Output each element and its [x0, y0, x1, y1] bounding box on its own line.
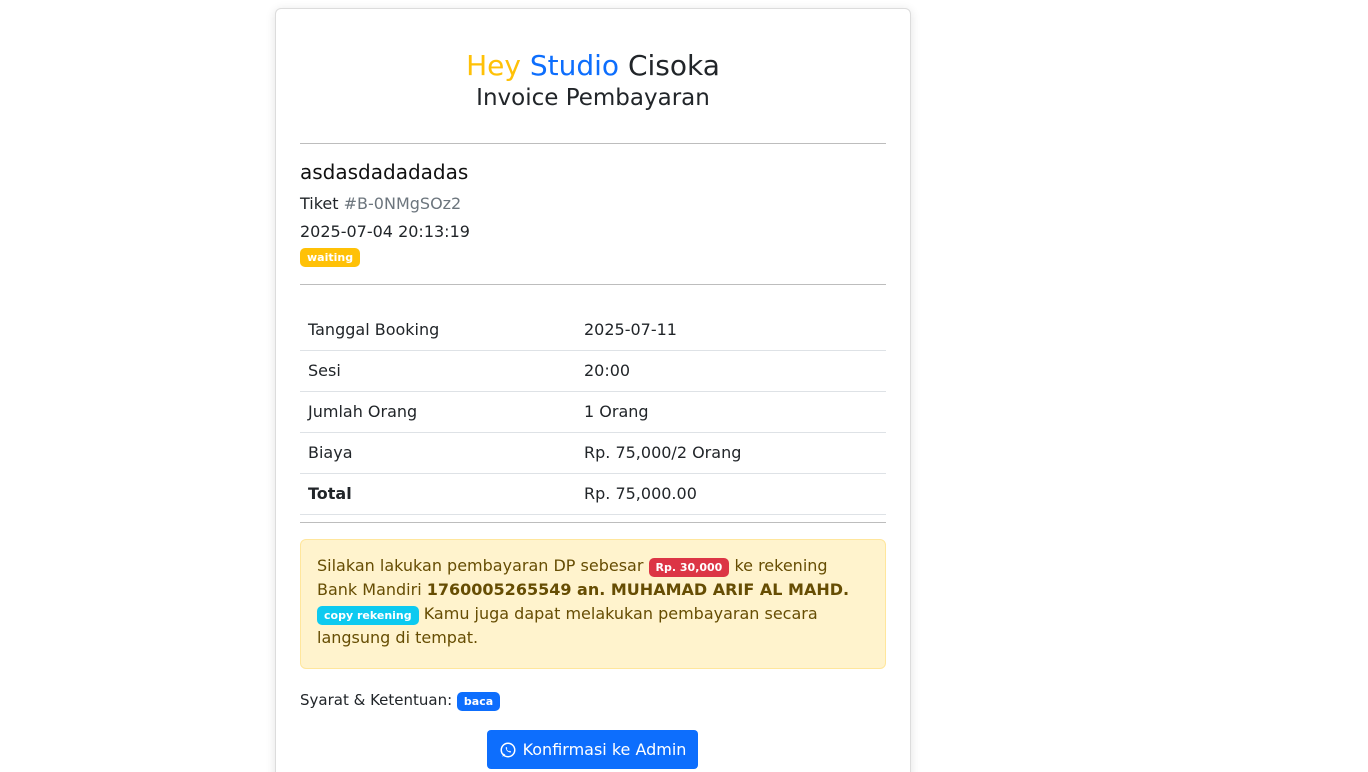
detail-value: Rp. 75,000/2 Orang [576, 432, 886, 474]
booking-created-datetime: 2025-07-04 20:13:19 [300, 222, 470, 241]
confirm-admin-button[interactable]: Konfirmasi ke Admin [487, 730, 698, 769]
page-title: Invoice Pembayaran [476, 85, 710, 111]
brand-word-cisoka: Cisoka [627, 49, 720, 82]
payment-text: Silakan lakukan pembayaran DP sebesar [317, 556, 644, 575]
confirm-admin-label: Konfirmasi ke Admin [522, 740, 687, 759]
ticket-info: Tiket #B-0NMgSOz2 [300, 194, 461, 213]
detail-label: Total [300, 473, 576, 515]
divider [300, 143, 886, 144]
invoice-header: Hey Studio Cisoka Invoice Pembayaran [276, 49, 910, 113]
terms-row: Syarat & Ketentuan: baca [300, 689, 501, 711]
detail-value: 20:00 [576, 350, 886, 392]
detail-label: Tanggal Booking [300, 309, 576, 351]
detail-value: Rp. 75,000.00 [576, 473, 886, 515]
table-row: Sesi 20:00 [300, 350, 886, 392]
invoice-card: Hey Studio Cisoka Invoice Pembayaran asd… [275, 8, 911, 772]
table-row: Total Rp. 75,000.00 [300, 473, 886, 515]
table-row: Biaya Rp. 75,000/2 Orang [300, 432, 886, 474]
table-row: Jumlah Orang 1 Orang [300, 391, 886, 433]
ticket-label: Tiket [300, 194, 339, 213]
terms-read-button[interactable]: baca [456, 692, 501, 711]
brand-word-studio: Studio [529, 49, 620, 82]
terms-label: Syarat & Ketentuan: [300, 691, 453, 709]
detail-label: Jumlah Orang [300, 391, 576, 433]
status-badge: waiting [300, 248, 361, 267]
studio-brand: Hey Studio Cisoka [276, 49, 910, 83]
divider [300, 522, 886, 523]
detail-value: 1 Orang [576, 391, 886, 433]
detail-value: 2025-07-11 [576, 309, 886, 351]
copy-account-button[interactable]: copy rekening [317, 606, 419, 625]
whatsapp-icon [500, 742, 516, 757]
brand-word-hey: Hey [466, 49, 521, 82]
bank-account-number: 1760005265549 an. MUHAMAD ARIF AL MAHD. [426, 580, 850, 599]
divider [300, 284, 886, 285]
payment-instruction-alert: Silakan lakukan pembayaran DP sebesar Rp… [300, 539, 886, 669]
detail-label: Sesi [300, 350, 576, 392]
booking-details-table: Tanggal Booking 2025-07-11 Sesi 20:00 Jumlah… [300, 309, 886, 515]
detail-label: Biaya [300, 432, 576, 474]
dp-amount-badge: Rp. 30,000 [648, 558, 730, 577]
ticket-code: #B-0NMgSOz2 [343, 194, 462, 213]
table-row: Tanggal Booking 2025-07-11 [300, 309, 886, 351]
customer-name: asdasdadadadas [300, 160, 469, 184]
